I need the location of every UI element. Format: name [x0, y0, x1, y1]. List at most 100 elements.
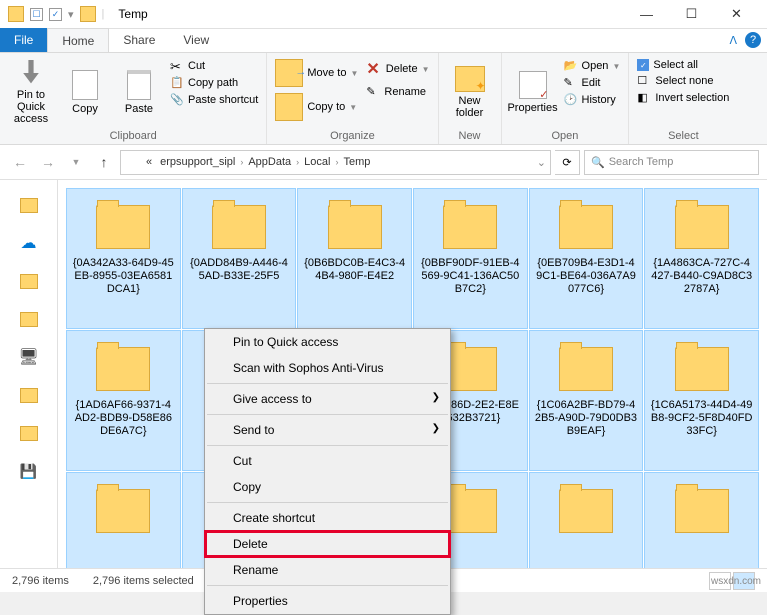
folder-icon — [443, 205, 497, 249]
folder-item[interactable]: {0BBF90DF-91EB-4569-9C41-136AC50B7C2} — [413, 188, 528, 329]
folder-item[interactable] — [644, 472, 759, 568]
ctx-send-to[interactable]: Send to — [205, 417, 450, 443]
ctx-cut[interactable]: Cut — [205, 448, 450, 474]
copypath-icon: 📋 — [170, 76, 184, 90]
up-button[interactable]: ↑ — [92, 150, 116, 174]
qat-dropdown[interactable]: ▾ — [68, 8, 74, 21]
ctx-rename[interactable]: Rename — [205, 557, 450, 583]
ctx-delete[interactable]: Delete — [205, 531, 450, 557]
breadcrumb-root[interactable]: « — [143, 154, 155, 170]
moveto-icon — [275, 59, 303, 87]
drive-icon[interactable]: 💾 — [20, 463, 37, 480]
properties-button[interactable]: Properties — [508, 57, 558, 128]
tab-home[interactable]: Home — [47, 28, 109, 52]
ctx-separator — [207, 585, 448, 586]
tab-file[interactable]: File — [0, 28, 47, 52]
folder-item[interactable] — [529, 472, 644, 568]
folder-name: {0A342A33-64D9-45EB-8955-03EA6581DCA1} — [70, 257, 177, 296]
navpane-folder-icon[interactable] — [20, 198, 38, 213]
close-button[interactable]: ✕ — [714, 0, 759, 29]
ctx-separator — [207, 383, 448, 384]
ctx-pin[interactable]: Pin to Quick access — [205, 329, 450, 355]
ctx-create-shortcut[interactable]: Create shortcut — [205, 505, 450, 531]
folder-item[interactable]: {0EB709B4-E3D1-49C1-BE64-036A7A9077C6} — [529, 188, 644, 329]
cut-button[interactable]: Cut — [170, 59, 258, 73]
folder-item[interactable]: {1A4863CA-727C-4427-B440-C9AD8C32787A} — [644, 188, 759, 329]
rename-label: Rename — [384, 86, 426, 98]
folder-icon — [96, 347, 150, 391]
folder-icon-2 — [80, 6, 96, 22]
invert-icon: ◧ — [637, 91, 651, 105]
tab-view[interactable]: View — [169, 28, 223, 52]
pin-icon — [18, 60, 44, 86]
select-none-button[interactable]: ☐Select none — [637, 74, 729, 88]
pin-to-quick-access-button[interactable]: Pin to Quick access — [6, 57, 56, 128]
delete-icon: ✕ — [366, 59, 379, 79]
navpane-folder-icon[interactable] — [20, 274, 38, 289]
onedrive-icon[interactable]: ☁ — [21, 233, 37, 253]
folder-item[interactable]: {1AD6AF66-9371-4AD2-BDB9-D58E86DE6A7C} — [66, 330, 181, 471]
folder-icon — [125, 156, 141, 169]
ctx-give-access[interactable]: Give access to — [205, 386, 450, 412]
folder-item[interactable]: {1C06A2BF-BD79-42B5-A90D-79D0DB3B9EAF} — [529, 330, 644, 471]
qat-check[interactable]: ✓ — [49, 8, 62, 21]
thispc-icon[interactable]: 🖥 — [18, 347, 38, 367]
history-button[interactable]: 🕑History — [564, 93, 621, 107]
edit-icon: ✎ — [564, 76, 578, 90]
breadcrumb-4[interactable]: Temp — [340, 154, 373, 170]
titlebar: ☐ ✓ ▾ | Temp — ☐ ✕ — [0, 0, 767, 29]
address-bar[interactable]: « erpsupport_sipl› AppData› Local› Temp … — [120, 150, 551, 175]
ctx-scan[interactable]: Scan with Sophos Anti-Virus — [205, 355, 450, 381]
maximize-button[interactable]: ☐ — [669, 0, 714, 29]
folder-item[interactable] — [66, 472, 181, 568]
ctx-separator — [207, 414, 448, 415]
copy-label: Copy — [72, 103, 98, 115]
navigation-pane[interactable]: ☁ 🖥 💾 — [0, 180, 58, 568]
recent-locations[interactable]: ▼ — [64, 150, 88, 174]
forward-button[interactable]: → — [36, 150, 60, 174]
navpane-folder-icon[interactable] — [20, 388, 38, 403]
edit-button[interactable]: ✎Edit — [564, 76, 621, 90]
move-to-button[interactable]: Move to ▼ — [275, 59, 358, 87]
group-select: ✓Select all ☐Select none ◧Invert selecti… — [629, 53, 737, 144]
copy-path-button[interactable]: 📋Copy path — [170, 76, 258, 90]
folder-icon — [443, 489, 497, 533]
ctx-properties[interactable]: Properties — [205, 588, 450, 614]
folder-item[interactable]: {0A342A33-64D9-45EB-8955-03EA6581DCA1} — [66, 188, 181, 329]
select-all-button[interactable]: ✓Select all — [637, 59, 729, 71]
refresh-button[interactable]: ⟳ — [555, 150, 580, 175]
clipboard-group-label: Clipboard — [6, 128, 260, 142]
qat-properties[interactable]: ☐ — [30, 8, 43, 21]
folder-icon — [96, 489, 150, 533]
back-button[interactable]: ← — [8, 150, 32, 174]
folder-item[interactable]: {1C6A5173-44D4-49B8-9CF2-5F8D40FD33FC} — [644, 330, 759, 471]
folder-item[interactable]: {0B6BDC0B-E4C3-44B4-980F-E4E2 — [297, 188, 412, 329]
delete-button[interactable]: ✕Delete ▼ — [366, 59, 429, 79]
ctx-copy[interactable]: Copy — [205, 474, 450, 500]
help-icon[interactable]: ? — [745, 32, 761, 48]
open-button[interactable]: 📂Open ▼ — [564, 59, 621, 73]
pin-label: Pin to Quick access — [8, 89, 54, 125]
folder-item[interactable]: {0ADD84B9-A446-45AD-B33E-25F5 — [182, 188, 297, 329]
navpane-folder-icon[interactable] — [20, 426, 38, 441]
search-input[interactable]: 🔍 Search Temp — [584, 150, 759, 175]
invert-selection-button[interactable]: ◧Invert selection — [637, 91, 729, 105]
breadcrumb-3[interactable]: Local — [301, 154, 333, 170]
minimize-button[interactable]: — — [624, 0, 669, 29]
open-label: Open — [582, 60, 609, 72]
navpane-folder-icon[interactable] — [20, 312, 38, 327]
copy-to-button[interactable]: Copy to ▼ — [275, 93, 358, 121]
folder-icon — [96, 205, 150, 249]
new-folder-button[interactable]: New folder — [445, 57, 495, 128]
breadcrumb-2[interactable]: AppData — [245, 154, 294, 170]
folder-name: {1AD6AF66-9371-4AD2-BDB9-D58E86DE6A7C} — [70, 399, 177, 438]
collapse-ribbon-icon[interactable]: ᐱ — [729, 34, 737, 47]
rename-button[interactable]: ✎Rename — [366, 85, 429, 99]
copy-button[interactable]: Copy — [60, 57, 110, 128]
breadcrumb-1[interactable]: erpsupport_sipl — [157, 154, 238, 170]
tab-share[interactable]: Share — [109, 28, 169, 52]
paste-shortcut-button[interactable]: 📎Paste shortcut — [170, 93, 258, 107]
copy-icon — [72, 70, 98, 100]
copyto-icon — [275, 93, 303, 121]
paste-button[interactable]: Paste — [114, 57, 164, 128]
